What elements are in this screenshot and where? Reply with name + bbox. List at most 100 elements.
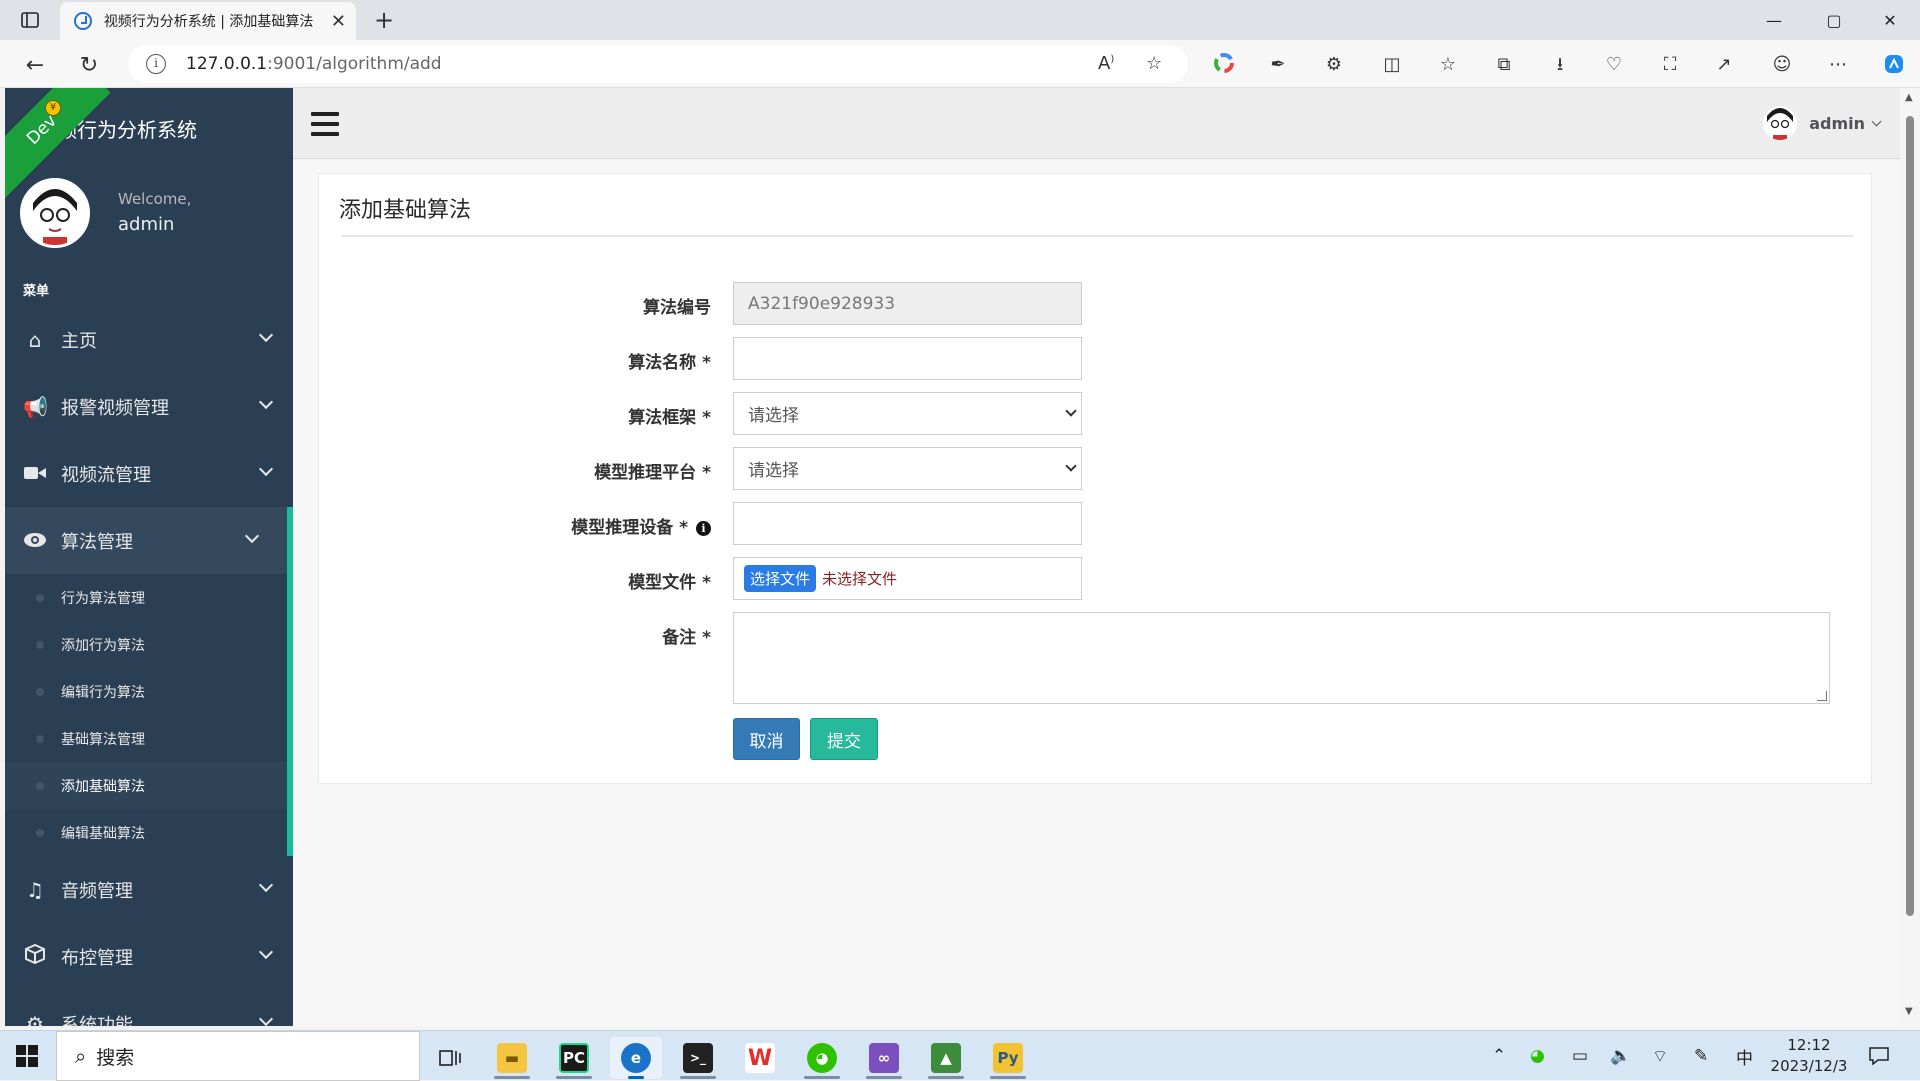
copilot-icon[interactable] bbox=[1882, 53, 1906, 77]
submenu-edit-base-algorithm[interactable]: 编辑基础算法 bbox=[5, 809, 287, 856]
refresh-icon[interactable]: ↻ bbox=[74, 50, 104, 80]
split-screen-icon[interactable]: ◫ bbox=[1380, 53, 1404, 77]
caret-down-icon bbox=[1871, 116, 1882, 126]
cancel-button[interactable]: 取消 bbox=[733, 718, 800, 760]
clock-date: 2023/12/3 bbox=[1770, 1057, 1848, 1075]
menu-toggle-icon[interactable] bbox=[311, 112, 339, 136]
share-icon[interactable]: ↗ bbox=[1712, 53, 1736, 77]
model-file-input[interactable]: 选择文件 未选择文件 bbox=[733, 557, 1082, 600]
pycharm-icon[interactable]: PC bbox=[548, 1037, 600, 1079]
device-input[interactable] bbox=[733, 502, 1082, 545]
volume-icon[interactable]: 🔈 bbox=[1610, 1031, 1631, 1081]
framework-label: 算法框架 * bbox=[628, 408, 711, 428]
wps-office-icon[interactable]: W bbox=[734, 1037, 786, 1079]
system-clock[interactable]: 12:12 2023/12/3 bbox=[1766, 1035, 1852, 1077]
read-aloud-icon[interactable]: A) bbox=[1098, 53, 1114, 74]
submenu-add-base-algorithm[interactable]: 添加基础算法 bbox=[5, 762, 287, 809]
battery-icon[interactable]: ▭ bbox=[1572, 1031, 1588, 1081]
back-arrow-icon[interactable]: ← bbox=[20, 50, 50, 80]
wechat-tray-icon[interactable]: ◕ bbox=[1530, 1031, 1545, 1081]
algorithm-name-input[interactable] bbox=[733, 337, 1082, 380]
menu-item-audio[interactable]: ♫ 音频管理 bbox=[5, 856, 293, 923]
submenu-edit-behavior-algorithm[interactable]: 编辑行为算法 bbox=[5, 668, 287, 715]
restore-button[interactable]: ▢ bbox=[1806, 0, 1862, 40]
extensions-icon[interactable]: ⚙ bbox=[1322, 53, 1346, 77]
taskbar-search[interactable]: ⌕ 搜索 bbox=[56, 1031, 420, 1081]
show-hidden-icons-icon[interactable]: ⌃ bbox=[1492, 1031, 1506, 1081]
menu-item-alarm-video[interactable]: 📢 报警视频管理 bbox=[5, 373, 293, 440]
info-icon[interactable]: i bbox=[696, 521, 711, 536]
minimize-button[interactable]: — bbox=[1746, 0, 1802, 40]
search-icon: ⌕ bbox=[75, 1044, 87, 1068]
scroll-down-icon[interactable]: ▼ bbox=[1905, 1006, 1913, 1017]
page-favicon-icon bbox=[74, 12, 92, 30]
submenu-base-algorithm-manage[interactable]: 基础算法管理 bbox=[5, 715, 287, 762]
windows-taskbar: ⌕ 搜索 ▬ PC e >_ W ◕ ∞ ▲ Py ⌃ ◕ ▭ 🔈 ⌔ ✎ 中 … bbox=[0, 1030, 1920, 1081]
browser-address-bar: ← ↻ i 127.0.0.1:9001/algorithm/add A) ☆ … bbox=[0, 40, 1920, 88]
chevron-down-icon bbox=[1065, 405, 1077, 417]
pen-input-icon[interactable]: ✎ bbox=[1694, 1031, 1708, 1081]
new-tab-button[interactable]: + bbox=[370, 6, 398, 34]
favorites-icon[interactable]: ☆ bbox=[1436, 53, 1460, 77]
resize-handle-icon[interactable] bbox=[1817, 691, 1827, 701]
python-icon[interactable]: Py bbox=[982, 1037, 1034, 1079]
screenshot-icon[interactable]: ⛶ bbox=[1658, 53, 1682, 77]
ime-indicator[interactable]: 中 bbox=[1736, 1031, 1753, 1081]
edge-browser-icon[interactable]: e bbox=[610, 1037, 662, 1079]
form-panel: 添加基础算法 算法编号 A321f90e928933 算法名称 * 算法框架 *… bbox=[318, 173, 1872, 784]
submenu-add-behavior-algorithm[interactable]: 添加行为算法 bbox=[5, 621, 287, 668]
remark-textarea[interactable] bbox=[733, 612, 1830, 704]
file-label: 模型文件 * bbox=[628, 573, 711, 593]
menu-item-algorithm[interactable]: 算法管理 bbox=[5, 507, 293, 574]
choose-file-button[interactable]: 选择文件 bbox=[744, 565, 817, 592]
collections-icon[interactable]: ⧉ bbox=[1492, 53, 1516, 77]
favorite-star-icon[interactable]: ☆ bbox=[1146, 53, 1162, 74]
submenu-behavior-algorithm-manage[interactable]: 行为算法管理 bbox=[5, 574, 287, 621]
scroll-up-icon[interactable]: ▲ bbox=[1905, 92, 1913, 103]
user-avatar bbox=[1763, 106, 1798, 140]
tab-close-icon[interactable]: ✕ bbox=[331, 11, 346, 32]
profile-username: admin bbox=[118, 214, 175, 235]
scrollbar-thumb[interactable] bbox=[1906, 116, 1914, 916]
top-navbar: admin bbox=[293, 88, 1900, 159]
sidebar: 频行为分析系统 Dev ¥ Welcome, admin 菜单 ⌂ 主页 📢 报… bbox=[5, 88, 293, 1026]
terminal-icon[interactable]: >_ bbox=[672, 1037, 724, 1079]
downloads-icon[interactable]: ⭳ bbox=[1548, 53, 1572, 77]
menu-item-deploy[interactable]: 布控管理 bbox=[5, 923, 293, 990]
url-text: 127.0.0.1:9001/algorithm/add bbox=[186, 54, 442, 74]
pen-extension-icon[interactable]: ✒ bbox=[1266, 53, 1290, 77]
file-explorer-icon[interactable]: ▬ bbox=[486, 1037, 538, 1079]
title-divider bbox=[341, 235, 1853, 237]
notifications-icon[interactable] bbox=[1868, 1031, 1890, 1081]
network-icon[interactable]: ⌔ bbox=[1652, 1031, 1668, 1081]
bullhorn-icon: 📢 bbox=[23, 394, 48, 419]
wechat-icon[interactable]: ◕ bbox=[796, 1037, 848, 1079]
menu-item-video-stream[interactable]: 视频流管理 bbox=[5, 440, 293, 507]
submit-button[interactable]: 提交 bbox=[810, 718, 878, 760]
site-info-icon[interactable]: i bbox=[146, 54, 166, 74]
browser-tab-active[interactable]: 视频行为分析系统 | 添加基础算法 ✕ bbox=[60, 2, 356, 40]
welcome-text: Welcome, bbox=[118, 190, 192, 208]
url-field[interactable]: i 127.0.0.1:9001/algorithm/add A) ☆ bbox=[128, 45, 1188, 83]
menu-item-system[interactable]: ⚙ 系统功能 bbox=[5, 990, 293, 1026]
emoji-extension-icon[interactable]: ☺ bbox=[1770, 53, 1794, 77]
menu-item-home[interactable]: ⌂ 主页 bbox=[5, 306, 293, 373]
visual-studio-icon[interactable]: ∞ bbox=[858, 1037, 910, 1079]
algorithm-submenu: 行为算法管理 添加行为算法 编辑行为算法 基础算法管理 添加基础算法 编辑基础算… bbox=[5, 574, 293, 856]
music-icon: ♫ bbox=[26, 877, 44, 902]
remark-label: 备注 * bbox=[662, 628, 711, 648]
menu-item-label: 系统功能 bbox=[61, 1014, 133, 1027]
platform-select[interactable]: 请选择 bbox=[733, 447, 1082, 490]
tab-actions-icon[interactable] bbox=[18, 8, 42, 32]
task-view-icon[interactable] bbox=[424, 1037, 476, 1079]
windows-start-icon[interactable] bbox=[16, 1045, 38, 1067]
user-dropdown[interactable]: admin bbox=[1763, 106, 1882, 140]
window-close-button[interactable]: ✕ bbox=[1862, 0, 1918, 40]
more-menu-icon[interactable]: ⋯ bbox=[1826, 53, 1850, 77]
framework-select[interactable]: 请选择 bbox=[733, 392, 1082, 435]
page-scrollbar[interactable]: ▲ ▼ bbox=[1900, 88, 1920, 1026]
code-label: 算法编号 bbox=[643, 298, 711, 318]
image-editor-icon[interactable]: ▲ bbox=[920, 1037, 972, 1079]
browser-essentials-icon[interactable]: ♡ bbox=[1602, 53, 1626, 77]
color-extension-icon[interactable] bbox=[1212, 53, 1236, 77]
